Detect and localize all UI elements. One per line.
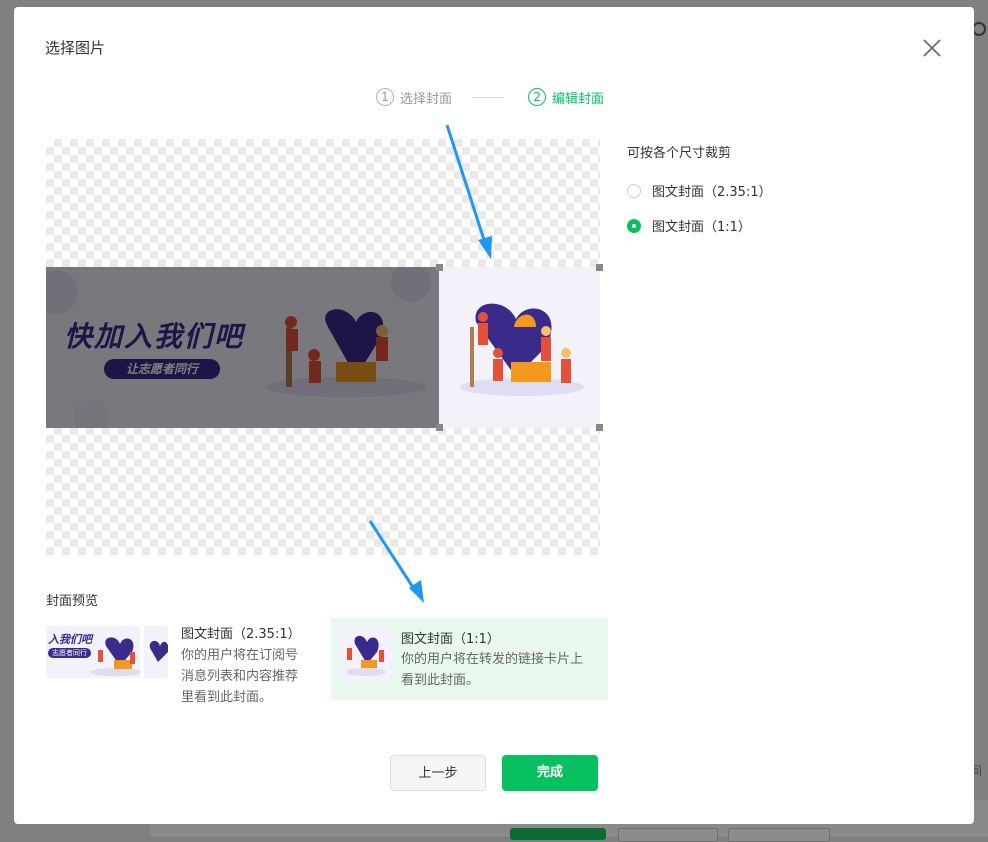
crop-handle[interactable] [436,264,443,271]
background-button [728,828,830,842]
preview-thumbnail-wide: 入我们吧 志愿者同行 [46,626,168,678]
step-divider [472,96,505,98]
step-label: 编辑封面 [552,91,605,107]
crop-handle[interactable] [596,264,603,271]
close-icon[interactable] [920,36,944,60]
crop-handle[interactable] [436,424,443,431]
background-button [618,828,718,842]
crop-handle[interactable] [596,424,603,431]
prev-step-button[interactable]: 上一步 [390,755,486,791]
stepper: 1 选择封面 2 编辑封面 [376,87,604,107]
preview-card-wide: 入我们吧 志愿者同行 图文封面（2.35:1） 你的用户将在订阅号 消息列表和内… [46,618,316,705]
background-green-button [510,828,606,840]
desc-line: 里看到此封面。 [181,690,273,705]
crop-options-title: 可按各个尺寸裁剪 [627,146,732,161]
preview-card-desc: 你的用户将在转发的链接卡片上 看到此封面。 [401,649,583,691]
preview-card-title: 图文封面（1:1） [401,632,500,647]
thumb-headline: 入我们吧 [48,633,92,646]
step-number: 2 [528,88,547,106]
radio-button[interactable] [627,183,641,198]
done-button[interactable]: 完成 [502,755,598,791]
desc-line: 看到此封面。 [401,673,480,688]
desc-line: 你的用户将在订阅号 [181,648,299,663]
radio-button-checked[interactable] [627,218,641,233]
preview-card-square[interactable]: 图文封面（1:1） 你的用户将在转发的链接卡片上 看到此封面。 [331,618,608,700]
step-label: 选择封面 [400,91,453,107]
crop-canvas[interactable]: 快加入我们吧 让志愿者同行 [46,139,603,555]
crop-dim-overlay [46,267,439,428]
dialog-title: 选择图片 [45,39,106,57]
step-number: 1 [376,88,394,106]
background-smile-icon [972,22,986,36]
desc-line: 你的用户将在转发的链接卡片上 [401,652,584,667]
preview-thumbnail-square [339,626,393,680]
preview-card-title: 图文封面（2.35:1） [181,627,301,642]
step-edit-cover: 2 编辑封面 [528,88,604,107]
crop-option-label: 图文封面（1:1） [652,220,751,235]
crop-option-square[interactable]: 图文封面（1:1） [627,216,751,235]
step-select-cover: 1 选择封面 [376,88,452,107]
select-image-dialog: 选择图片 1 选择封面 2 编辑封面 可按各个尺寸裁剪 图文封面（2.35:1）… [14,7,974,824]
desc-line: 消息列表和内容推荐 [181,669,299,684]
crop-option-wide[interactable]: 图文封面（2.35:1） [627,181,772,200]
preview-title: 封面预览 [46,594,99,609]
crop-option-label: 图文封面（2.35:1） [652,185,772,200]
thumb-tagline: 志愿者同行 [48,648,91,658]
crop-selection-box[interactable] [436,264,603,431]
preview-card-desc: 你的用户将在订阅号 消息列表和内容推荐 里看到此封面。 [181,645,298,708]
